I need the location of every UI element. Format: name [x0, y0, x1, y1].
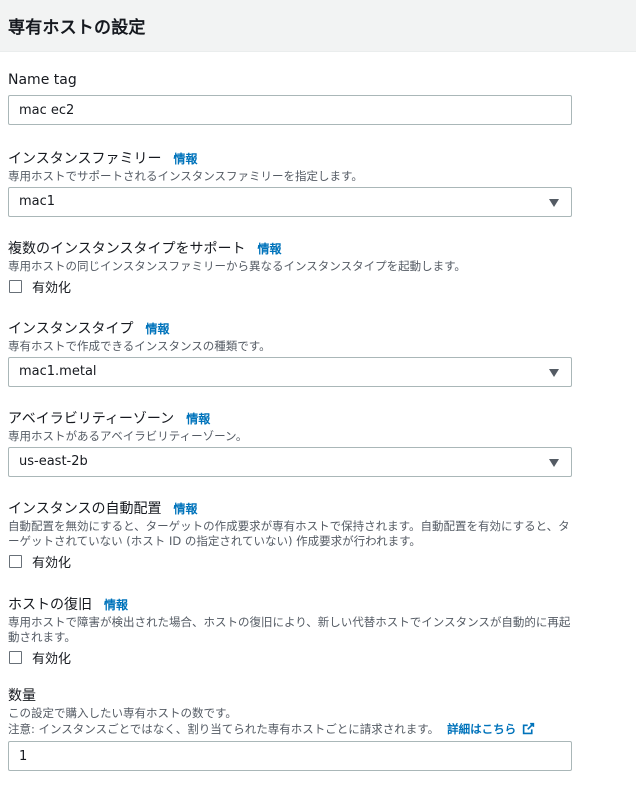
- multiple-types-checkbox[interactable]: [9, 279, 22, 293]
- auto-placement-checkbox[interactable]: [9, 554, 22, 568]
- availability-zone-label: アベイラビリティーゾーン: [8, 411, 175, 427]
- auto-placement-checkbox-row[interactable]: 有効化: [8, 552, 608, 571]
- availability-zone-select[interactable]: us-east-2b: [8, 447, 572, 477]
- quantity-field: 数量 この設定で購入したい専有ホストの数です。 注意: インスタンスごとではなく…: [8, 687, 608, 771]
- availability-zone-field: アベイラビリティーゾーン 情報 専用ホストがあるアベイラビリティーゾーン。 us-…: [8, 410, 608, 477]
- instance-type-label: インスタンスタイプ: [8, 321, 134, 337]
- quantity-note-row: 注意: インスタンスごとではなく、割り当てられた専有ホストごとに請求されます。詳…: [8, 722, 608, 737]
- auto-placement-info-link[interactable]: 情報: [173, 502, 197, 516]
- quantity-note: 注意: インスタンスごとではなく、割り当てられた専有ホストごとに請求されます。: [8, 722, 440, 736]
- auto-placement-checkbox-label: 有効化: [32, 555, 72, 571]
- details-link-label: 詳細はこちら: [447, 722, 517, 736]
- availability-zone-selected-value: us-east-2b: [19, 454, 88, 469]
- instance-type-description: 専有ホストで作成できるインスタンスの種類です。: [8, 339, 271, 353]
- instance-type-selected-value: mac1.metal: [19, 364, 97, 379]
- multiple-types-checkbox-row[interactable]: 有効化: [8, 277, 608, 296]
- quantity-input[interactable]: [8, 741, 572, 771]
- instance-type-field: インスタンスタイプ 情報 専有ホストで作成できるインスタンスの種類です。 mac1…: [8, 320, 608, 387]
- auto-placement-label: インスタンスの自動配置: [8, 501, 162, 517]
- instance-family-info-link[interactable]: 情報: [173, 152, 197, 166]
- name-tag-field: Name tag: [8, 71, 608, 125]
- host-recovery-label: ホストの復旧: [8, 597, 92, 613]
- page-title: 専有ホストの設定: [8, 18, 146, 38]
- name-tag-input[interactable]: [8, 95, 572, 125]
- multiple-types-label: 複数のインスタンスタイプをサポート: [8, 241, 246, 257]
- multiple-types-info-link[interactable]: 情報: [257, 242, 281, 256]
- caret-down-icon: [549, 199, 559, 207]
- multiple-types-field: 複数のインスタンスタイプをサポート 情報 専用ホストの同じインスタンスファミリーか…: [8, 240, 608, 296]
- page-header: 専有ホストの設定: [0, 0, 636, 52]
- caret-down-icon: [549, 369, 559, 377]
- instance-family-field: インスタンスファミリー 情報 専用ホストでサポートされるインスタンスファミリーを指…: [8, 150, 608, 217]
- host-recovery-description: 専用ホストで障害が検出された場合、ホストの復旧により、新しい代替ホストでインスタ…: [8, 615, 571, 644]
- availability-zone-description: 専用ホストがあるアベイラビリティーゾーン。: [8, 429, 248, 443]
- host-recovery-checkbox[interactable]: [9, 650, 22, 664]
- details-link[interactable]: 詳細はこちら: [447, 722, 535, 736]
- multiple-types-checkbox-label: 有効化: [32, 280, 72, 296]
- external-link-icon: [522, 722, 535, 735]
- instance-family-description: 専用ホストでサポートされるインスタンスファミリーを指定します。: [8, 169, 363, 183]
- instance-family-selected-value: mac1: [19, 194, 56, 209]
- auto-placement-description: 自動配置を無効にすると、ターゲットの作成要求が専有ホストで保持されます。自動配置…: [8, 519, 570, 548]
- availability-zone-info-link[interactable]: 情報: [186, 412, 210, 426]
- host-recovery-field: ホストの復旧 情報 専用ホストで障害が検出された場合、ホストの復旧により、新しい代…: [8, 596, 608, 667]
- quantity-description: この設定で購入したい専有ホストの数です。: [8, 706, 237, 720]
- instance-type-select[interactable]: mac1.metal: [8, 357, 572, 387]
- host-recovery-checkbox-label: 有効化: [32, 651, 72, 667]
- caret-down-icon: [549, 459, 559, 467]
- instance-family-select[interactable]: mac1: [8, 187, 572, 217]
- host-recovery-checkbox-row[interactable]: 有効化: [8, 648, 608, 667]
- host-recovery-info-link[interactable]: 情報: [104, 598, 128, 612]
- instance-family-label: インスタンスファミリー: [8, 151, 162, 167]
- multiple-types-description: 専用ホストの同じインスタンスファミリーから異なるインスタンスタイプを起動します。: [8, 259, 466, 273]
- instance-type-info-link[interactable]: 情報: [145, 322, 169, 336]
- auto-placement-field: インスタンスの自動配置 情報 自動配置を無効にすると、ターゲットの作成要求が専有ホ…: [8, 500, 608, 571]
- quantity-label: 数量: [8, 688, 36, 704]
- name-tag-label: Name tag: [8, 72, 77, 88]
